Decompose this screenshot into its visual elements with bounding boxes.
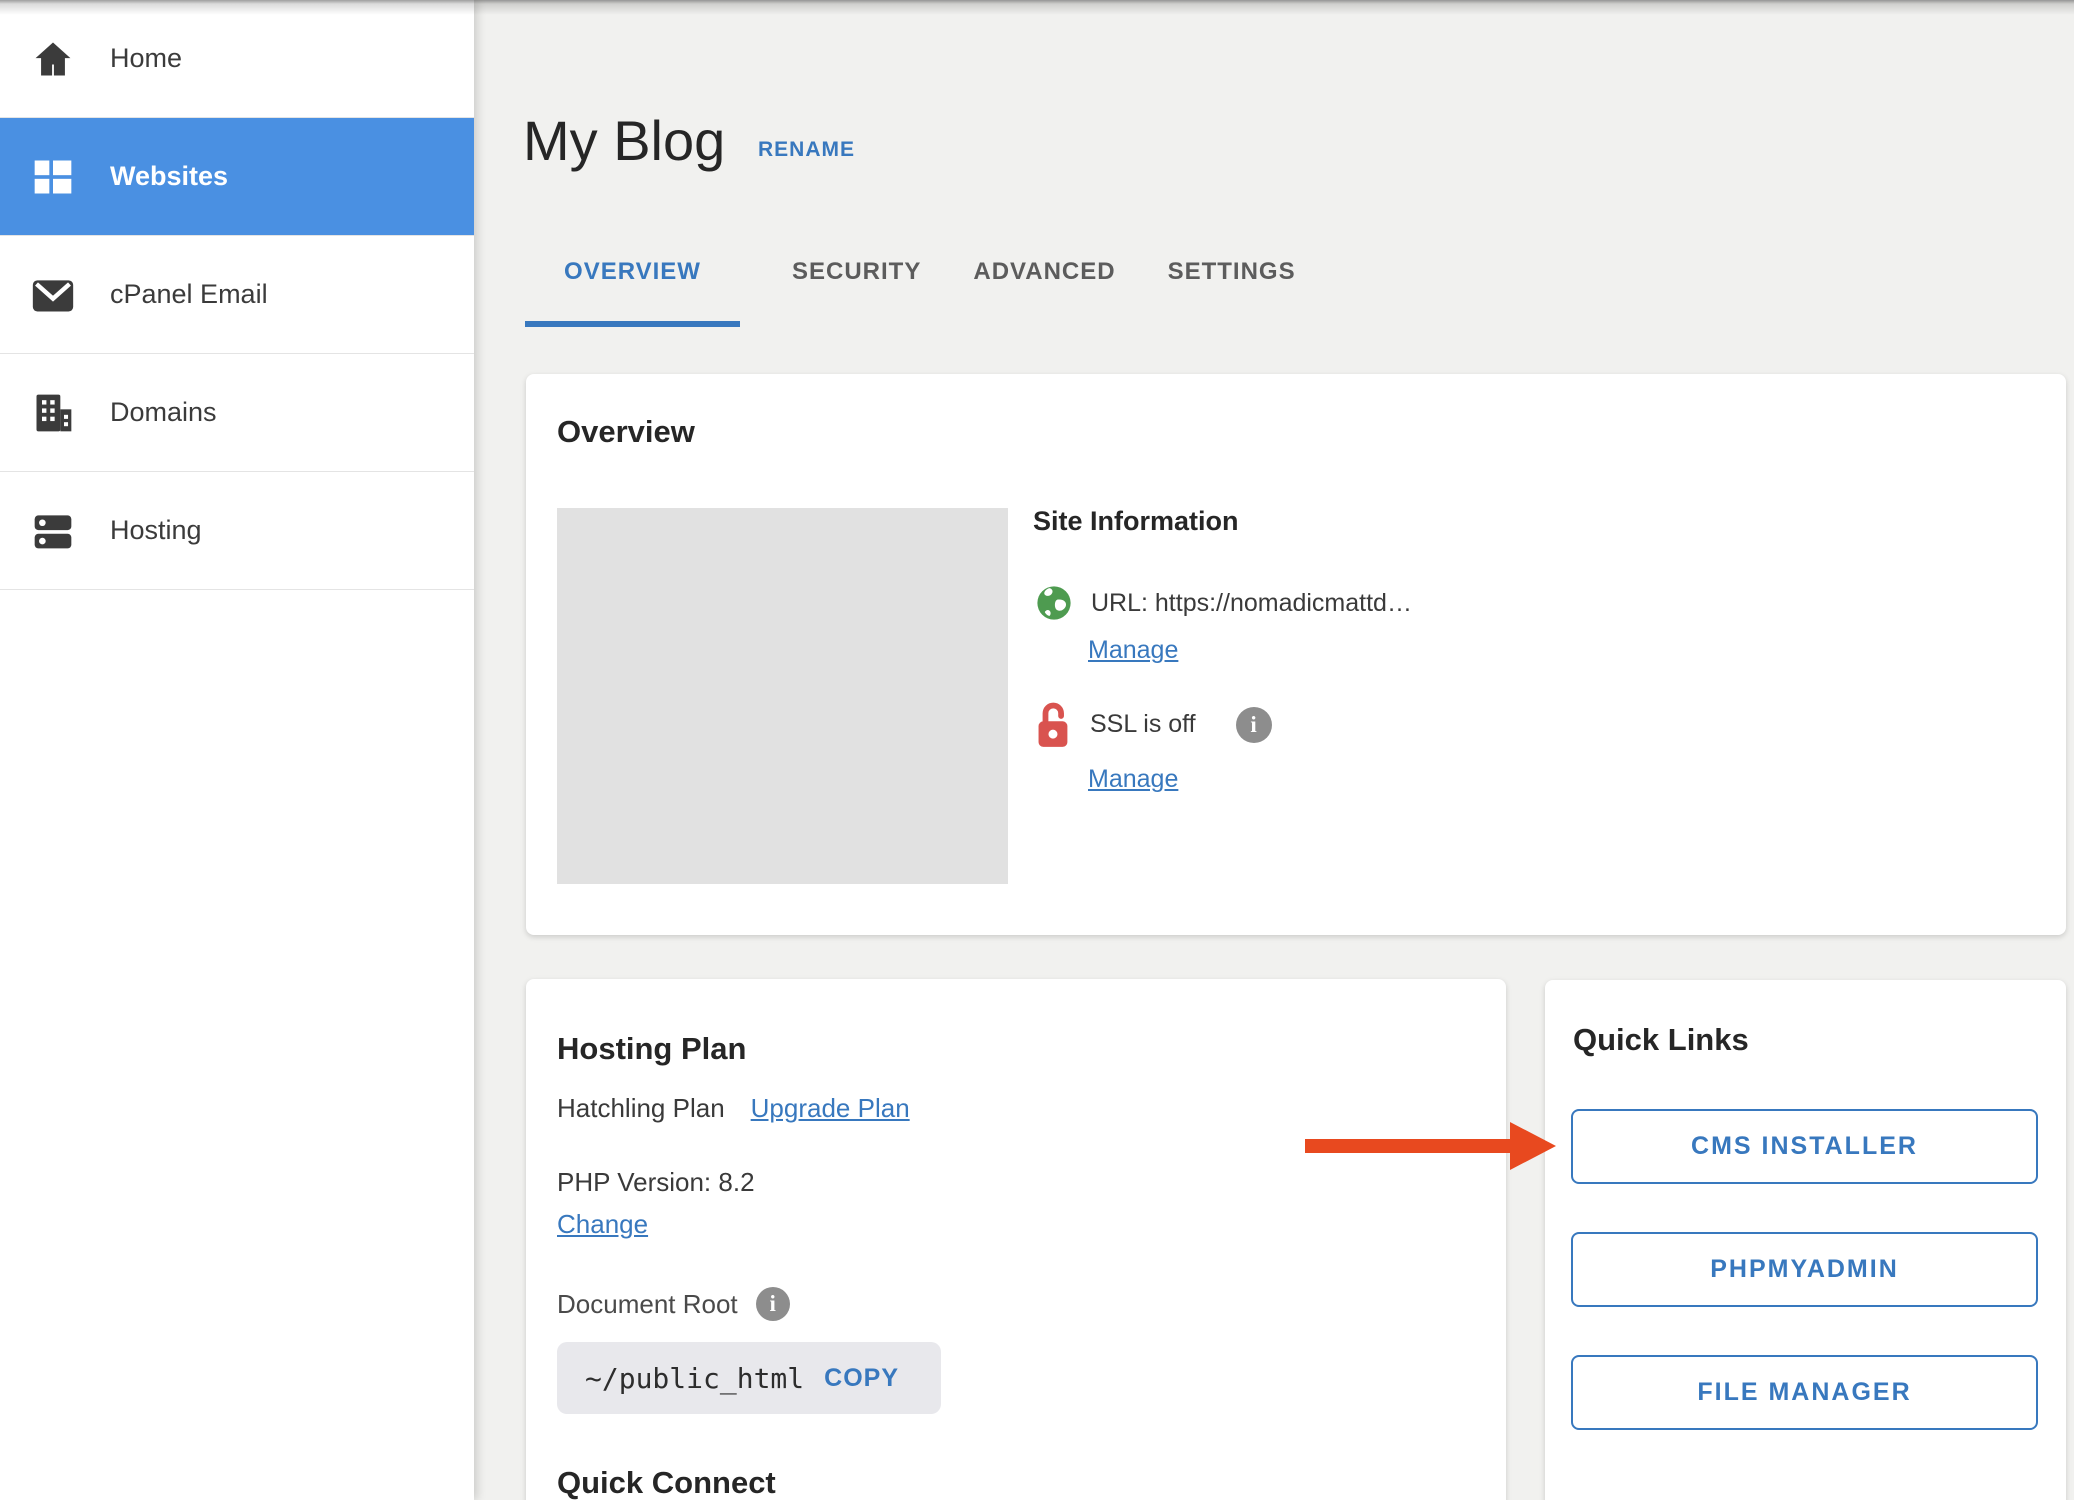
page-title: My Blog [523,108,725,173]
php-version-text: PHP Version: 8.2 [557,1167,755,1198]
sidebar-item-label: Home [110,43,182,74]
red-arrow-shaft [1305,1139,1515,1153]
hosting-dashboard-page: Home Websites cPanel Email [0,0,2074,1500]
sidebar-item-cpanel-email[interactable]: cPanel Email [0,236,474,354]
overview-card-title: Overview [557,414,695,450]
overview-card: Overview Site Information URL: https://n… [526,374,2066,935]
hosting-plan-card: Hosting Plan Hatchling Plan Upgrade Plan… [526,979,1506,1500]
tab-security[interactable]: SECURITY [792,240,921,321]
ssl-info-icon[interactable]: i [1236,707,1272,743]
document-root-row: Document Root i [557,1287,790,1321]
copy-path-button[interactable]: COPY [824,1364,899,1393]
ssl-status-row: SSL is off i [1037,701,1272,748]
tab-overview[interactable]: OVERVIEW [525,240,740,327]
site-information-heading: Site Information [1033,506,1239,537]
tab-advanced[interactable]: ADVANCED [973,240,1115,321]
tab-settings[interactable]: SETTINGS [1168,240,1296,321]
php-version-row: PHP Version: 8.2 [557,1167,755,1198]
sidebar-item-label: Hosting [110,515,202,546]
manage-url-link[interactable]: Manage [1088,636,1178,665]
sidebar-item-hosting[interactable]: Hosting [0,472,474,590]
plan-name-text: Hatchling Plan [557,1093,725,1124]
change-php-link[interactable]: Change [557,1209,648,1240]
globe-icon [1035,584,1073,622]
top-shadow [0,0,2074,16]
file-manager-button[interactable]: FILE MANAGER [1571,1355,2038,1430]
rename-button[interactable]: RENAME [758,138,855,162]
upgrade-plan-link[interactable]: Upgrade Plan [751,1093,910,1124]
quick-links-title: Quick Links [1573,1022,1749,1058]
quick-connect-title: Quick Connect [557,1465,776,1500]
site-thumbnail-placeholder [557,508,1008,884]
home-icon [30,36,76,82]
quick-links-card: Quick Links CMS INSTALLER PHPMYADMIN FIL… [1545,980,2066,1500]
document-root-label: Document Root [557,1289,738,1320]
hosting-server-icon [30,508,76,554]
cms-installer-button[interactable]: CMS INSTALLER [1571,1109,2038,1184]
plan-row: Hatchling Plan Upgrade Plan [557,1093,910,1124]
red-arrow-head [1510,1122,1556,1170]
sidebar-item-label: cPanel Email [110,279,268,310]
sidebar-item-websites[interactable]: Websites [0,118,474,236]
manage-ssl-link[interactable]: Manage [1088,765,1178,794]
sidebar-item-home[interactable]: Home [0,0,474,118]
site-url-text: URL: https://nomadicmattd… [1091,589,1412,618]
hosting-plan-title: Hosting Plan [557,1031,746,1067]
sidebar-item-label: Websites [110,161,228,192]
domains-building-icon [30,390,76,436]
open-lock-icon [1037,701,1070,748]
document-root-path: ~/public_html [585,1362,804,1395]
email-envelope-icon [30,272,76,318]
sidebar: Home Websites cPanel Email [0,0,474,1500]
ssl-status-text: SSL is off [1090,710,1196,739]
sidebar-item-domains[interactable]: Domains [0,354,474,472]
document-root-value-box: ~/public_html COPY [557,1342,941,1414]
websites-grid-icon [30,154,76,200]
site-url-row: URL: https://nomadicmattd… [1035,584,1412,622]
phpmyadmin-button[interactable]: PHPMYADMIN [1571,1232,2038,1307]
sidebar-item-label: Domains [110,397,217,428]
document-root-info-icon[interactable]: i [756,1287,790,1321]
tab-bar: OVERVIEW SECURITY ADVANCED SETTINGS [525,240,1296,327]
